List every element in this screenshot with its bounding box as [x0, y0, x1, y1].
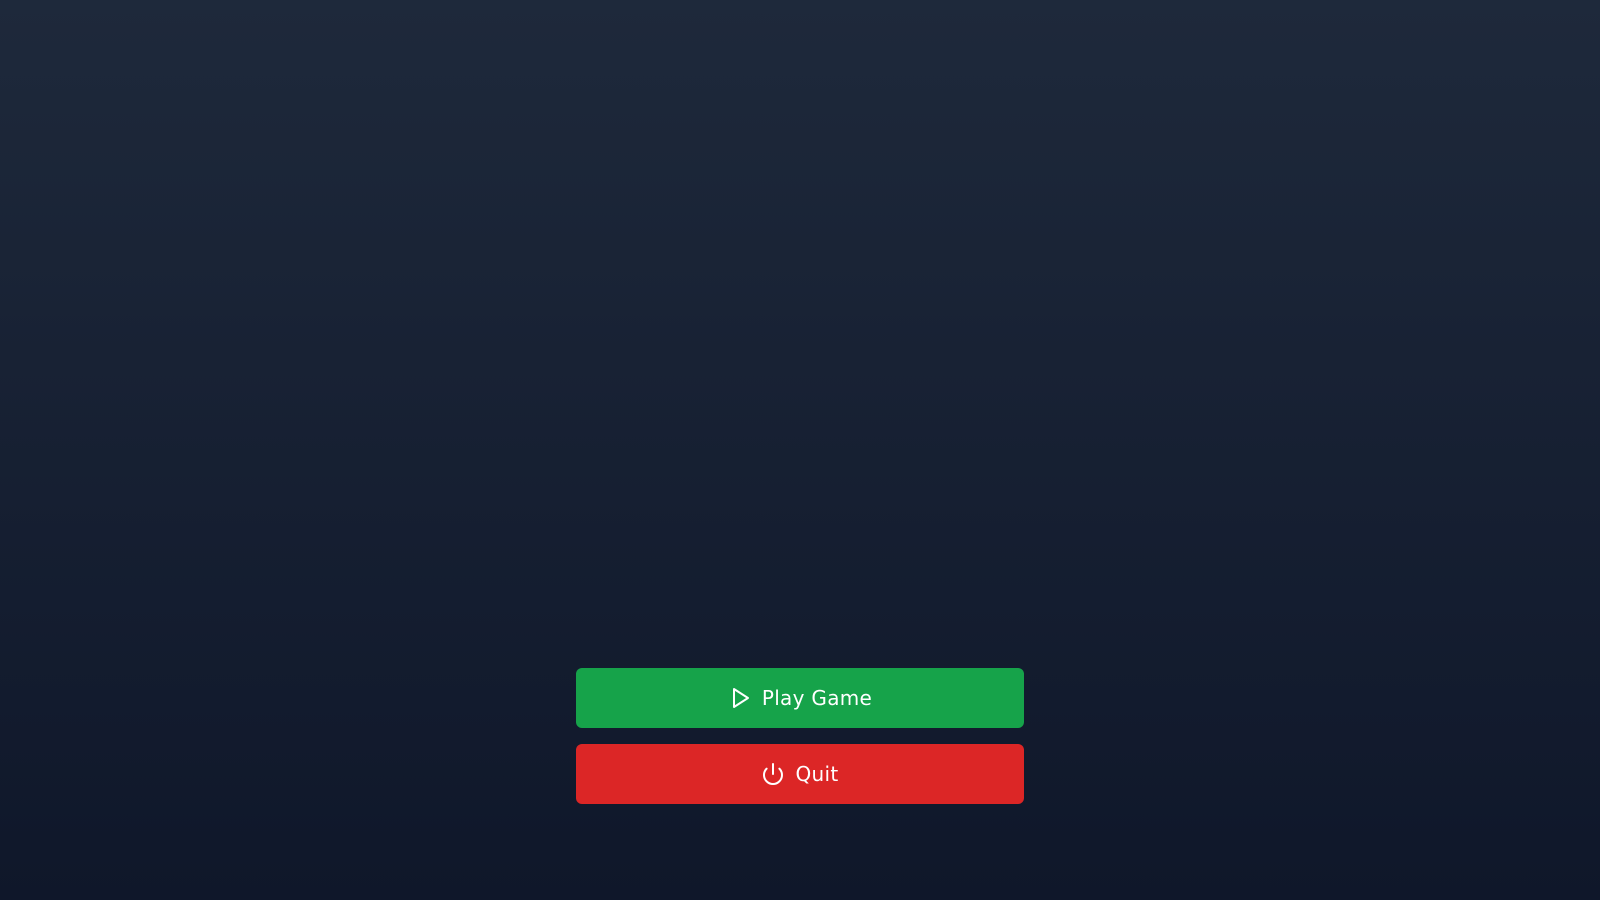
play-icon — [728, 686, 752, 710]
quit-label: Quit — [795, 762, 839, 786]
main-menu: Play Game Quit — [576, 668, 1024, 804]
play-game-button[interactable]: Play Game — [576, 668, 1024, 728]
play-game-label: Play Game — [761, 686, 873, 710]
main-menu-screen: Play Game Quit — [0, 0, 1600, 900]
power-icon — [761, 762, 785, 786]
quit-button[interactable]: Quit — [576, 744, 1024, 804]
